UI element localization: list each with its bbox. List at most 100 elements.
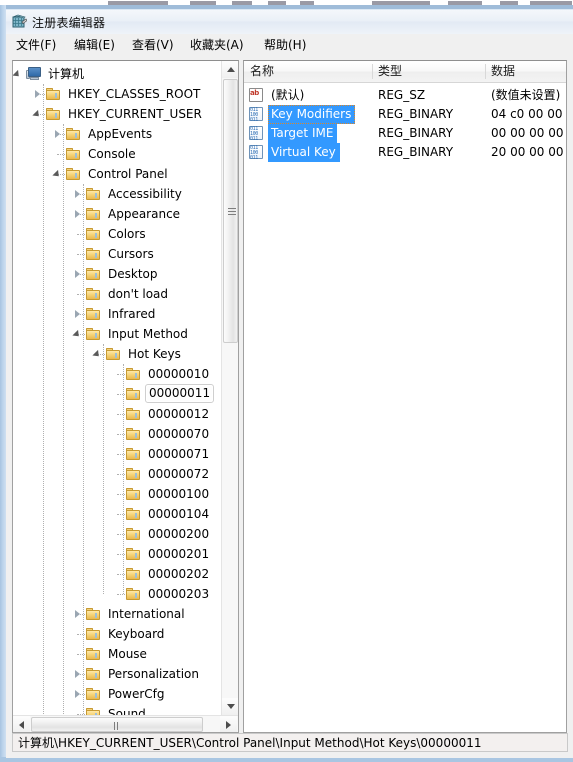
value-row[interactable]: 011 100 011 Virtual Key REG_BINARY 20 00 00 0… (244, 143, 566, 162)
value-row[interactable]: 011 100 011 Key Modifiers REG_BINARY 04 c0 00… (244, 105, 566, 124)
tree-scroll-up-button[interactable] (222, 61, 238, 78)
menu-item-2[interactable]: 查看(V) (130, 37, 176, 54)
tree-vertical-scrollbar[interactable] (221, 61, 238, 715)
tree-item-keyboard[interactable]: Keyboard (69, 624, 221, 644)
status-bar-box: 计算机\HKEY_CURRENT_USER\Control Panel\Inpu… (12, 733, 568, 752)
tree-expand-icon[interactable] (75, 670, 80, 678)
tree-item-don-t-load[interactable]: don't load (69, 284, 221, 304)
column-divider[interactable] (485, 64, 486, 79)
tree-item-00000011[interactable]: 00000011 (109, 384, 221, 404)
value-name[interactable]: (默认) (268, 86, 308, 105)
tree-item-cursors[interactable]: Cursors (69, 244, 221, 264)
tree-guide-line (77, 254, 85, 256)
menu-item-3[interactable]: 收藏夹(A) (188, 37, 246, 54)
tree-scroll-right-button[interactable] (220, 716, 237, 732)
folder-icon (126, 588, 141, 601)
value-row[interactable]: 011 100 011 Target IME REG_BINARY 00 00 00 00 (244, 124, 566, 143)
tree-collapse-icon[interactable] (92, 349, 102, 360)
scrollbar-grip-icon (228, 208, 236, 215)
tree-item-00000200[interactable]: 00000200 (109, 524, 221, 544)
value-name[interactable]: Virtual Key (268, 143, 340, 162)
registry-tree-pane[interactable]: 计算机 HKEY_CLASSES_ROOT HKEY_CURRENT_USER App… (12, 60, 239, 733)
tree-item-00000201[interactable]: 00000201 (109, 544, 221, 564)
tree-hscrollbar-thumb[interactable] (31, 717, 203, 732)
column-header-2[interactable]: 数据 (485, 61, 566, 82)
menu-item-0[interactable]: 文件(F) (14, 37, 58, 54)
menu-item-4[interactable]: 帮助(H) (262, 37, 308, 54)
tree-item-00000203[interactable]: 00000203 (109, 584, 221, 604)
tree-item-label: Control Panel (88, 167, 168, 181)
tree-item-00000012[interactable]: 00000012 (109, 404, 221, 424)
tree-collapse-icon[interactable] (32, 109, 42, 120)
tree-item-label: Colors (108, 227, 146, 241)
tree-item-label: 00000104 (148, 507, 210, 521)
tree-item-accessibility[interactable]: Accessibility (69, 184, 221, 204)
tree-item--[interactable]: 计算机 (13, 64, 221, 84)
tree-item-00000010[interactable]: 00000010 (109, 364, 221, 384)
tree-expand-icon[interactable] (55, 130, 60, 138)
tree-collapse-icon[interactable] (52, 169, 62, 180)
tree-item-appevents[interactable]: AppEvents (49, 124, 221, 144)
tree-item-label: Desktop (108, 267, 158, 281)
value-name[interactable]: Target IME (268, 124, 338, 143)
tree-item-console[interactable]: Console (49, 144, 221, 164)
tree-expand-icon[interactable] (75, 690, 80, 698)
tree-scroll-left-button[interactable] (13, 716, 30, 732)
values-column-header[interactable]: 名称 类型 数据 (244, 61, 566, 83)
tree-item-00000070[interactable]: 00000070 (109, 424, 221, 444)
tree-item-international[interactable]: International (69, 604, 221, 624)
title-bar[interactable]: 注册表编辑器 (6, 10, 573, 34)
tree-item-infrared[interactable]: Infrared (69, 304, 221, 324)
chevron-down-icon (227, 704, 235, 709)
tree-horizontal-scrollbar[interactable] (13, 715, 238, 732)
chevron-left-icon (19, 721, 24, 729)
tree-item-label: 00000203 (148, 587, 210, 601)
tree-item-00000072[interactable]: 00000072 (109, 464, 221, 484)
tree-item-00000202[interactable]: 00000202 (109, 564, 221, 584)
tree-collapse-icon[interactable] (13, 69, 22, 80)
tree-guide-line (117, 374, 125, 376)
tree-item-appearance[interactable]: Appearance (69, 204, 221, 224)
tree-item-sound[interactable]: Sound (69, 704, 221, 715)
tree-guide-line (117, 594, 125, 596)
tree-item-00000100[interactable]: 00000100 (109, 484, 221, 504)
tree-item-label: AppEvents (88, 127, 153, 141)
tree-item-label: don't load (108, 287, 169, 301)
value-data: 00 00 00 00 (491, 126, 564, 140)
menu-item-1[interactable]: 编辑(E) (72, 37, 117, 54)
tree-item-00000071[interactable]: 00000071 (109, 444, 221, 464)
tree-item-desktop[interactable]: Desktop (69, 264, 221, 284)
registry-values-pane[interactable]: 名称 类型 数据 ab (默认) REG_SZ (数值未设置) 011 100 011 Key M… (243, 60, 567, 733)
tree-item-hot-keys[interactable]: Hot Keys (89, 344, 221, 364)
tree-scroll-down-button[interactable] (222, 698, 238, 715)
tree-item-00000104[interactable]: 00000104 (109, 504, 221, 524)
column-header-1[interactable]: 类型 (372, 61, 485, 82)
tree-scrollbar-thumb[interactable] (223, 79, 238, 343)
tree-expand-icon[interactable] (75, 310, 80, 318)
tree-item-input-method[interactable]: Input Method (69, 324, 221, 344)
folder-icon (66, 128, 81, 141)
tree-expand-icon[interactable] (75, 190, 80, 198)
tree-expand-icon[interactable] (75, 610, 80, 618)
tree-item-powercfg[interactable]: PowerCfg (69, 684, 221, 704)
tree-item-hkey-current-user[interactable]: HKEY_CURRENT_USER (29, 104, 221, 124)
tree-item-label: Appearance (108, 207, 181, 221)
tree-item-label: 计算机 (48, 67, 85, 81)
menu-bar: 文件(F) 编辑(E) 查看(V) 收藏夹(A) 帮助(H) (6, 34, 573, 56)
value-type: REG_BINARY (378, 145, 454, 159)
tree-collapse-icon[interactable] (72, 329, 82, 340)
tree-expand-icon[interactable] (75, 270, 80, 278)
tree-expand-icon[interactable] (75, 210, 80, 218)
tree-item-colors[interactable]: Colors (69, 224, 221, 244)
tree-expand-icon[interactable] (35, 90, 40, 98)
tree-item-mouse[interactable]: Mouse (69, 644, 221, 664)
tree-item-label: Mouse (108, 647, 147, 661)
tree-item-control-panel[interactable]: Control Panel (49, 164, 221, 184)
value-name[interactable]: Key Modifiers (268, 105, 356, 124)
tree-item-personalization[interactable]: Personalization (69, 664, 221, 684)
tree-guide-line (117, 434, 125, 436)
tree-item-hkey-classes-root[interactable]: HKEY_CLASSES_ROOT (29, 84, 221, 104)
value-row[interactable]: ab (默认) REG_SZ (数值未设置) (244, 86, 566, 105)
column-divider[interactable] (372, 64, 373, 79)
column-header-0[interactable]: 名称 (244, 61, 372, 82)
